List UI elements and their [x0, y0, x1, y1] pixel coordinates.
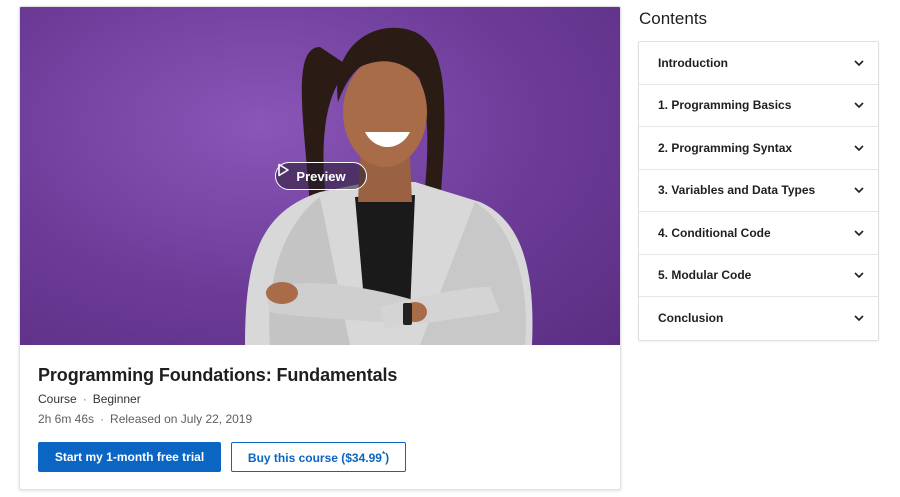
- contents-list: Introduction 1. Programming Basics 2. Pr…: [638, 41, 879, 341]
- course-info: Programming Foundations: Fundamentals Co…: [38, 365, 598, 426]
- preview-button[interactable]: Preview: [275, 162, 367, 190]
- chapter-programming-basics[interactable]: 1. Programming Basics: [639, 85, 878, 127]
- chevron-down-icon: [854, 60, 864, 66]
- course-type: Course: [38, 392, 77, 406]
- chapter-label: 2. Programming Syntax: [658, 140, 793, 155]
- course-title: Programming Foundations: Fundamentals: [38, 365, 398, 385]
- chapter-label: Introduction: [658, 55, 728, 70]
- course-level: Beginner: [92, 392, 141, 406]
- course-actions: Start my 1-month free trial Buy this cou…: [38, 442, 406, 472]
- course-release-date: Released on July 22, 2019: [110, 412, 253, 426]
- meta-separator: ·: [82, 392, 87, 406]
- buy-course-label: Buy this course ($34.99: [247, 450, 382, 465]
- chapter-introduction[interactable]: Introduction: [639, 42, 878, 85]
- chapter-modular-code[interactable]: 5. Modular Code: [639, 255, 878, 297]
- play-icon: [278, 163, 289, 177]
- chevron-down-icon: [854, 187, 864, 194]
- chapter-label: Conclusion: [658, 311, 724, 326]
- chapter-conditional-code[interactable]: 4. Conditional Code: [639, 212, 878, 255]
- chapter-label: 1. Programming Basics: [658, 98, 792, 113]
- course-meta: Course · Beginner: [38, 392, 598, 406]
- chapter-variables-data-types[interactable]: 3. Variables and Data Types: [639, 170, 878, 212]
- course-card: Preview Programming Foundations: Fundame…: [19, 6, 621, 490]
- chevron-down-icon: [854, 102, 864, 109]
- contents-heading: Contents: [639, 9, 708, 28]
- chevron-down-icon: [854, 315, 864, 322]
- course-video-thumbnail[interactable]: Preview: [20, 7, 620, 345]
- buy-course-label-end: ): [385, 450, 390, 465]
- buy-course-button[interactable]: Buy this course ($34.99*): [231, 442, 406, 472]
- start-free-trial-button[interactable]: Start my 1-month free trial: [38, 442, 221, 472]
- chapter-conclusion[interactable]: Conclusion: [639, 297, 878, 340]
- chevron-down-icon: [854, 272, 864, 279]
- meta-separator: ·: [100, 412, 105, 426]
- chevron-down-icon: [854, 145, 864, 151]
- chevron-down-icon: [854, 230, 864, 236]
- chapter-label: 5. Modular Code: [658, 268, 752, 283]
- chapter-label: 4. Conditional Code: [658, 225, 771, 240]
- course-details: 2h 6m 46s · Released on July 22, 2019: [38, 412, 598, 426]
- chapter-programming-syntax[interactable]: 2. Programming Syntax: [639, 127, 878, 170]
- preview-label: Preview: [296, 168, 346, 184]
- course-duration: 2h 6m 46s: [38, 412, 95, 426]
- chapter-label: 3. Variables and Data Types: [658, 183, 816, 198]
